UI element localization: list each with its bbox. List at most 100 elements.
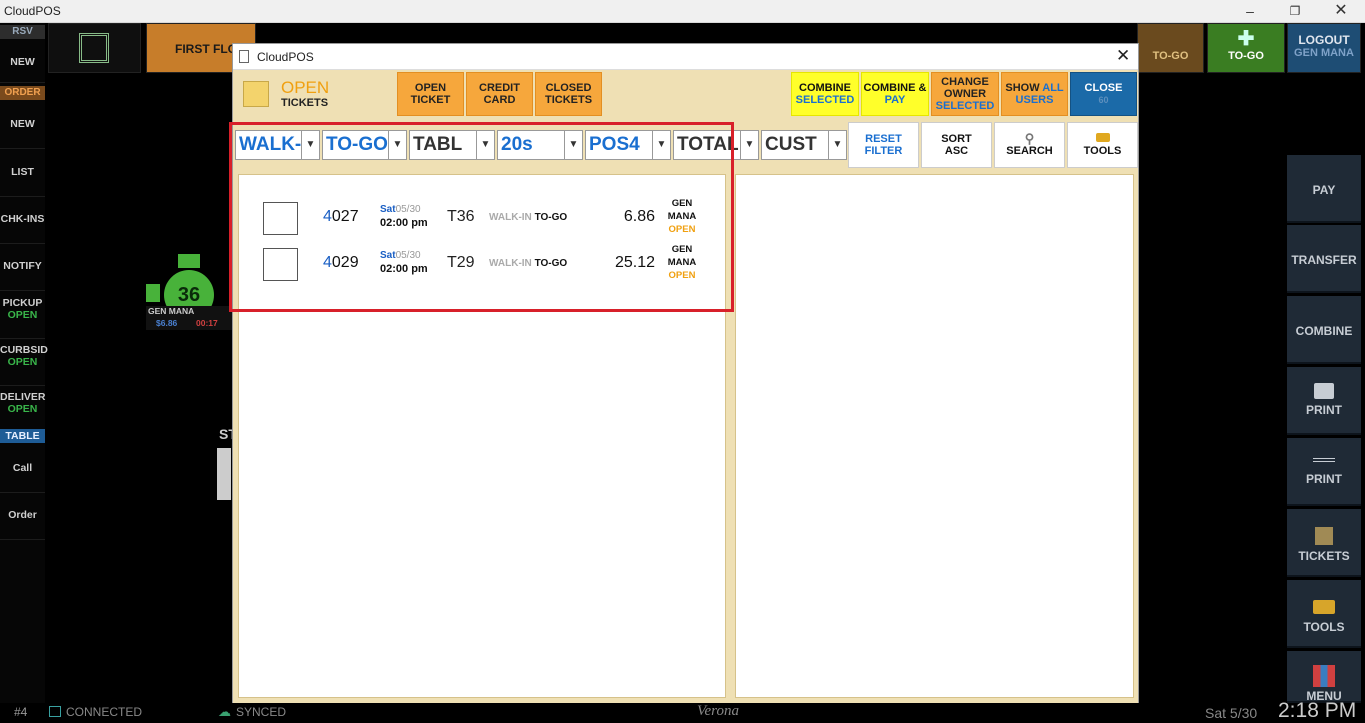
window-close-icon[interactable]: ✕ <box>1332 2 1350 20</box>
btn-line: CARD <box>483 94 516 106</box>
total-filter-select[interactable]: TOTAL ▼ <box>673 130 759 160</box>
change-owner-button[interactable]: CHANGE OWNER SELECTED <box>931 72 999 116</box>
ticket-checkbox[interactable] <box>263 248 298 281</box>
time-filter-select[interactable]: 20s ▼ <box>497 130 583 160</box>
chevron-down-icon: ▼ <box>564 131 582 159</box>
btn-line: PAY <box>884 94 906 106</box>
chevron-down-icon: ▼ <box>828 131 846 159</box>
closed-tickets-button[interactable]: CLOSED TICKETS <box>535 72 602 116</box>
delivery-status: OPEN <box>7 403 38 415</box>
ticket-amount: 25.12 <box>614 254 655 271</box>
notify-button[interactable]: NOTIFY <box>0 257 45 291</box>
tickets-list-panel: 4027 Sat05/30 02:00 pm T36 WALK-IN TO-GO… <box>238 174 726 698</box>
print-split-button[interactable]: PRINT <box>1287 438 1361 506</box>
ticket-order-type: TO-GO <box>534 258 568 269</box>
ticket-order-type: TO-GO <box>534 212 568 223</box>
ticket-row[interactable]: 4027 Sat05/30 02:00 pm T36 WALK-IN TO-GO… <box>239 195 727 241</box>
ticket-status: OPEN <box>668 224 696 235</box>
owner-line: MANA <box>667 211 697 222</box>
printer-icon <box>1314 383 1334 399</box>
rsv-new-button[interactable]: NEW <box>0 53 45 83</box>
ticket-number-rest: 027 <box>331 208 359 225</box>
filter-value: TOTAL <box>677 134 739 155</box>
order-new-button[interactable]: NEW <box>0 115 45 149</box>
search-label: SEARCH <box>1006 145 1053 157</box>
combine-selected-button[interactable]: COMBINE SELECTED <box>791 72 859 116</box>
btn-line: COMBINE & <box>863 82 927 94</box>
tools-dialog-button[interactable]: TOOLS <box>1067 122 1138 168</box>
pos-filter-select[interactable]: POS4 ▼ <box>585 130 671 160</box>
customer-filter-select[interactable]: CUST ▼ <box>761 130 847 160</box>
ticket-date: 05/30 <box>395 250 421 261</box>
synced-status: SYNCED <box>236 705 287 719</box>
ticket-icon <box>1315 527 1333 545</box>
floor-plan-icon <box>79 33 109 63</box>
chevron-down-icon: ▼ <box>476 131 494 159</box>
filter-value: WALK-I <box>239 134 307 155</box>
menu-button[interactable]: MENU <box>1287 651 1361 703</box>
seat-marker <box>146 284 160 302</box>
order-button[interactable]: Order <box>0 506 45 540</box>
btn-line: FILTER <box>864 145 903 157</box>
call-button[interactable]: Call <box>0 459 45 493</box>
tickets-button[interactable]: TICKETS <box>1287 509 1361 577</box>
ticket-number-rest: 029 <box>331 254 359 271</box>
tools-label: TOOLS <box>1303 620 1345 634</box>
btn-line: COMBINE <box>799 82 851 94</box>
btn-line: ALL <box>1042 82 1064 94</box>
floor-plan-tile[interactable] <box>48 23 141 73</box>
search-button[interactable]: ⚲ SEARCH <box>994 122 1065 168</box>
toolbox-icon <box>1095 133 1110 142</box>
window-title-bar: CloudPOS – ❐ ✕ <box>0 0 1365 23</box>
ticket-number: 4029 <box>323 254 359 272</box>
dialog-close-icon[interactable]: ✕ <box>1116 46 1130 66</box>
filter-value: 20s <box>501 134 533 155</box>
checkins-button[interactable]: CHK-INS <box>0 210 45 244</box>
btn-line: USERS <box>1015 94 1054 106</box>
close-countdown: 60 <box>1098 95 1109 105</box>
reset-filter-button[interactable]: RESET FILTER <box>848 122 919 168</box>
btn-line: CREDIT <box>479 82 520 94</box>
ticket-type: WALK-IN TO-GO <box>489 258 567 269</box>
togo-filter-select[interactable]: TO-GO ▼ <box>322 130 407 160</box>
ticket-number: 4027 <box>323 208 359 226</box>
owner-line: GEN <box>671 198 693 209</box>
table-filter-select[interactable]: TABL ▼ <box>409 130 495 160</box>
pay-button[interactable]: PAY <box>1287 155 1361 223</box>
dialog-close-button[interactable]: CLOSE 60 <box>1070 72 1137 116</box>
togo-tab[interactable]: TO-GO <box>1137 23 1204 73</box>
logout-label: LOGOUT <box>1298 33 1350 47</box>
pickup-button[interactable]: PICKUP OPEN <box>0 297 45 339</box>
sort-asc-button[interactable]: SORT ASC <box>921 122 992 168</box>
open-ticket-button[interactable]: OPEN TICKET <box>397 72 464 116</box>
combine-pay-button[interactable]: COMBINE & PAY <box>861 72 929 116</box>
ticket-row[interactable]: 4029 Sat05/30 02:00 pm T29 WALK-IN TO-GO… <box>239 241 727 287</box>
minimize-icon[interactable]: – <box>1241 2 1259 20</box>
table-36-widget[interactable]: 36 GEN MANA $6.86 00:17 <box>146 254 232 330</box>
btn-line: CLOSED <box>545 82 592 94</box>
credit-card-button[interactable]: CREDIT CARD <box>466 72 533 116</box>
restore-icon[interactable]: ❐ <box>1286 2 1304 20</box>
ticket-type: WALK-IN TO-GO <box>489 212 567 223</box>
toolbox-icon <box>1313 600 1335 614</box>
logout-button[interactable]: LOGOUT GEN MANA <box>1287 23 1361 73</box>
filter-value: TO-GO <box>326 134 388 155</box>
transfer-button[interactable]: TRANSFER <box>1287 225 1361 293</box>
btn-line: SELECTED <box>935 100 995 112</box>
tools-button[interactable]: TOOLS <box>1287 580 1361 648</box>
print-button[interactable]: PRINT <box>1287 367 1361 435</box>
walkin-filter-select[interactable]: WALK-I ▼ <box>235 130 320 160</box>
show-all-users-button[interactable]: SHOW ALL USERS <box>1001 72 1068 116</box>
plus-icon: ✚ <box>1237 28 1255 50</box>
btn-line: CHANGE <box>941 76 989 88</box>
ticket-number-prefix: 4 <box>323 254 332 271</box>
add-togo-button[interactable]: ✚ TO-GO <box>1207 23 1285 73</box>
ticket-checkbox[interactable] <box>263 202 298 235</box>
status-time: 2:18 PM <box>1278 699 1357 722</box>
delivery-button[interactable]: DELIVER OPEN <box>0 391 46 433</box>
brand-logo: Verona <box>697 703 739 719</box>
combine-button[interactable]: COMBINE <box>1287 296 1361 364</box>
btn-line: ASC <box>944 145 969 157</box>
curbside-button[interactable]: CURBSID OPEN <box>0 344 48 386</box>
list-button[interactable]: LIST <box>0 163 45 197</box>
